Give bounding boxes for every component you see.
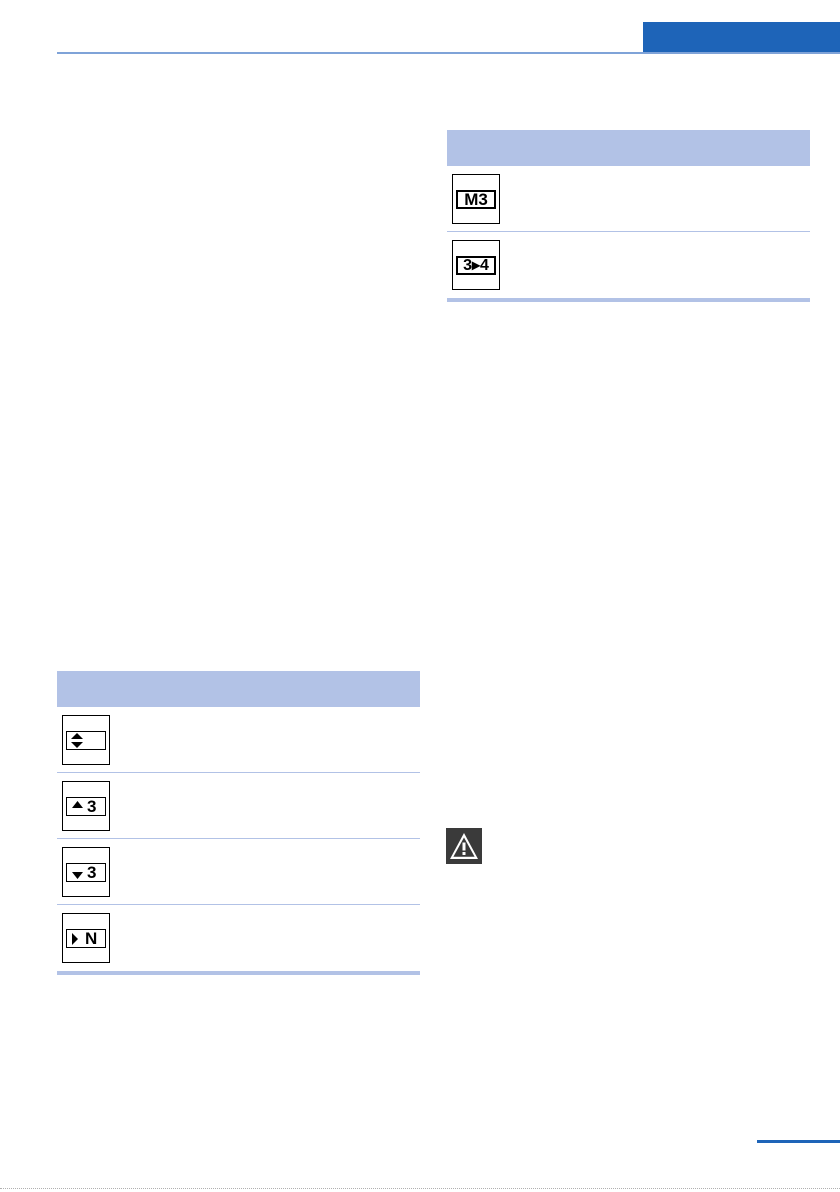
table-row: M3 [447,166,810,232]
icon-text: 3 [87,863,97,882]
icon-text: 3▸4 [463,256,489,274]
shift-up-down-icon [62,715,110,765]
icon-text: M3 [464,190,488,209]
table-header [57,671,420,707]
warning-triangle-icon [446,828,482,864]
right-arrow-glyph [72,932,78,945]
page-edge-dotted [0,1188,840,1189]
gear-shift-3-to-4-icon: 3▸4 [452,240,500,290]
gear-display-table-bottom: 3 3 N [57,671,420,975]
up-down-arrow-glyph [71,733,83,748]
table-row: 3 [57,839,420,905]
table-footer-rule [57,971,420,975]
gear-display-table-top: M3 3▸4 [447,130,810,302]
table-row: 3 [57,773,420,839]
table-header [447,130,810,166]
table-row: N [57,905,420,971]
manual-gear-3-icon: M3 [452,174,500,224]
icon-text: N [85,929,98,948]
header-tab [643,22,840,54]
table-footer-rule [447,298,810,302]
downshift-3-icon: 3 [62,847,110,897]
footer-page-rule [757,1140,840,1143]
down-arrow-glyph [72,872,83,879]
header-rule [57,52,840,54]
icon-text: 3 [87,797,97,816]
table-row: 3▸4 [447,232,810,298]
up-arrow-glyph [72,800,83,808]
table-row [57,707,420,773]
neutral-n-icon: N [62,913,110,963]
upshift-3-icon: 3 [62,781,110,831]
